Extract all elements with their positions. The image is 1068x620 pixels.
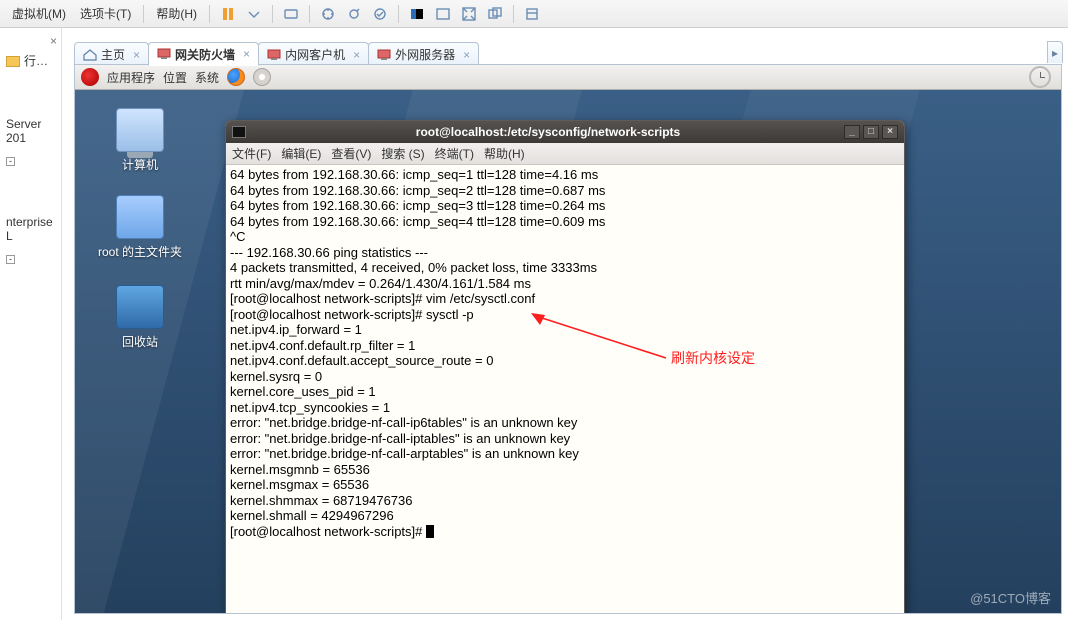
close-icon[interactable]: × xyxy=(463,48,470,62)
tab-overflow-icon[interactable]: ▸ xyxy=(1047,41,1063,63)
menu-applications[interactable]: 应用程序 xyxy=(107,69,155,86)
tab-label: 主页 xyxy=(101,46,125,63)
desktop-computer[interactable]: 计算机 xyxy=(95,108,185,173)
annotation-text: 刷新内核设定 xyxy=(671,351,755,367)
pause-icon[interactable] xyxy=(216,3,240,25)
tree-label: Server 201 xyxy=(6,117,41,145)
snapshot-icon[interactable] xyxy=(316,3,340,25)
folder-icon xyxy=(116,195,164,239)
separator xyxy=(272,5,273,23)
menu-vm[interactable]: 虚拟机(M) xyxy=(6,5,72,22)
tree-item[interactable]: Server 201 xyxy=(4,113,57,149)
close-icon[interactable]: × xyxy=(50,34,57,48)
send-keys-icon[interactable] xyxy=(279,3,303,25)
menu-file[interactable]: 文件(F) xyxy=(232,145,271,162)
minimize-button[interactable]: _ xyxy=(844,125,860,139)
menu-help[interactable]: 帮助(H) xyxy=(484,145,525,162)
terminal-icon xyxy=(232,126,246,138)
vm-icon xyxy=(157,48,171,60)
menu-system[interactable]: 系统 xyxy=(195,69,219,86)
view-single-icon[interactable] xyxy=(405,3,429,25)
menu-help[interactable]: 帮助(H) xyxy=(150,5,203,22)
menu-search[interactable]: 搜索 (S) xyxy=(381,145,424,162)
tab-label: 外网服务器 xyxy=(395,46,455,63)
close-icon[interactable]: × xyxy=(133,48,140,62)
close-button[interactable]: × xyxy=(882,125,898,139)
dropdown-icon[interactable] xyxy=(242,3,266,25)
menu-view[interactable]: 查看(V) xyxy=(331,145,371,162)
library-pane: × 行… Server 201 - nterprise L - xyxy=(0,28,62,620)
cursor-icon xyxy=(426,525,434,538)
separator xyxy=(209,5,210,23)
library-icon[interactable] xyxy=(520,3,544,25)
tab-label: 网关防火墙 xyxy=(175,46,235,63)
icon-label: 计算机 xyxy=(95,156,185,173)
icon-label: 回收站 xyxy=(95,333,185,350)
gnome-panel: 应用程序 位置 系统 xyxy=(75,65,1061,90)
icon-label: root 的主文件夹 xyxy=(95,243,185,260)
maximize-button[interactable]: □ xyxy=(863,125,879,139)
menu-places[interactable]: 位置 xyxy=(163,69,187,86)
snapshot-revert-icon[interactable] xyxy=(368,3,392,25)
computer-icon xyxy=(116,108,164,152)
trash-icon xyxy=(116,285,164,329)
library-row[interactable]: 行… xyxy=(4,48,57,73)
snapshot-manage-icon[interactable] xyxy=(342,3,366,25)
desktop-trash[interactable]: 回收站 xyxy=(95,285,185,350)
watermark: @51CTO博客 xyxy=(970,588,1051,607)
separator xyxy=(398,5,399,23)
window-title: root@localhost:/etc/sysconfig/network-sc… xyxy=(252,125,844,139)
collapse-icon[interactable]: - xyxy=(6,157,15,166)
unity-icon[interactable] xyxy=(483,3,507,25)
firefox-icon[interactable] xyxy=(227,68,245,86)
disc-icon[interactable] xyxy=(253,68,271,86)
tab-firewall[interactable]: 网关防火墙 × xyxy=(148,42,259,66)
close-icon[interactable]: × xyxy=(353,48,360,62)
fullscreen-icon[interactable] xyxy=(457,3,481,25)
terminal-body[interactable]: 64 bytes from 192.168.30.66: icmp_seq=1 … xyxy=(226,165,904,614)
menu-edit[interactable]: 编辑(E) xyxy=(281,145,321,162)
clock-icon[interactable] xyxy=(1029,66,1051,88)
host-toolbar: 虚拟机(M) 选项卡(T) 帮助(H) xyxy=(0,0,1068,28)
close-icon[interactable]: × xyxy=(243,47,250,61)
collapse-icon[interactable]: - xyxy=(6,255,15,264)
separator xyxy=(143,5,144,23)
row-label: 行… xyxy=(24,54,48,68)
vm-icon xyxy=(267,49,281,61)
tab-client[interactable]: 内网客户机 × xyxy=(258,42,369,66)
vm-icon xyxy=(377,49,391,61)
tree-toggle-row[interactable]: - xyxy=(4,149,57,171)
terminal-menubar: 文件(F) 编辑(E) 查看(V) 搜索 (S) 终端(T) 帮助(H) xyxy=(226,143,904,165)
menu-terminal[interactable]: 终端(T) xyxy=(435,145,474,162)
tree-toggle-row[interactable]: - xyxy=(4,247,57,269)
menu-tabs[interactable]: 选项卡(T) xyxy=(74,5,137,22)
vm-tab-strip: 主页 × 网关防火墙 × 内网客户机 × 外网服务器 × ▸ xyxy=(74,40,1062,66)
terminal-window: root@localhost:/etc/sysconfig/network-sc… xyxy=(225,120,905,614)
home-icon xyxy=(83,49,97,61)
tab-home[interactable]: 主页 × xyxy=(74,42,149,66)
desktop-home-folder[interactable]: root 的主文件夹 xyxy=(95,195,185,260)
terminal-titlebar[interactable]: root@localhost:/etc/sysconfig/network-sc… xyxy=(226,121,904,143)
terminal-prompt: [root@localhost network-scripts]# xyxy=(230,524,426,539)
tab-server[interactable]: 外网服务器 × xyxy=(368,42,479,66)
separator xyxy=(513,5,514,23)
view-console-icon[interactable] xyxy=(431,3,455,25)
folder-icon xyxy=(6,56,20,67)
guest-desktop[interactable]: 计算机 root 的主文件夹 回收站 root@localhost:/etc/s… xyxy=(75,90,1061,613)
separator xyxy=(309,5,310,23)
tree-label: nterprise L xyxy=(6,215,53,243)
tree-item[interactable]: nterprise L xyxy=(4,211,57,247)
redhat-icon[interactable] xyxy=(81,68,99,86)
vm-viewport: 应用程序 位置 系统 计算机 root 的主文件夹 回收站 root@local… xyxy=(74,64,1062,614)
tab-label: 内网客户机 xyxy=(285,46,345,63)
